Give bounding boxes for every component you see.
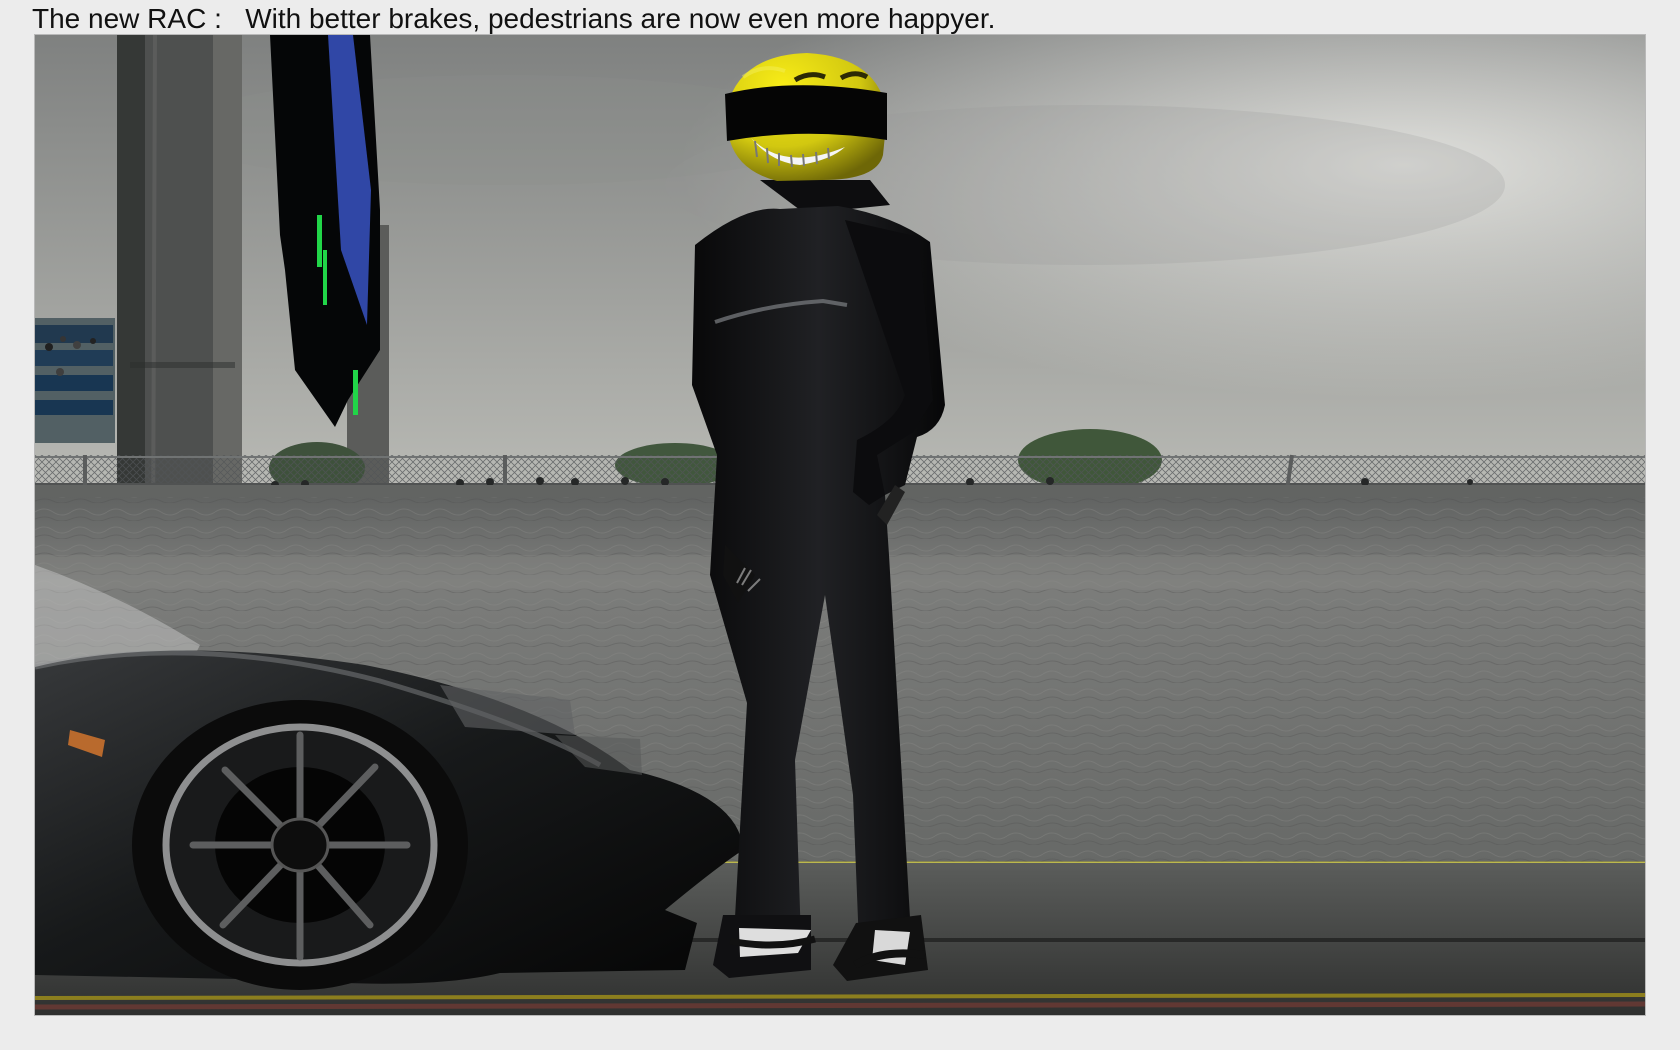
- racing-scene: [35, 35, 1645, 1015]
- caption-prefix: The new RAC :: [32, 3, 222, 34]
- game-screenshot-frame: [34, 34, 1646, 1016]
- caption-text: With better brakes, pedestrians are now …: [245, 3, 996, 34]
- spectator-grandstand: [35, 318, 115, 443]
- smiley-helmet: [725, 53, 887, 181]
- caption-line: The new RAC : With better brakes, pedest…: [32, 2, 995, 36]
- screenshot-page: The new RAC : With better brakes, pedest…: [0, 0, 1680, 1050]
